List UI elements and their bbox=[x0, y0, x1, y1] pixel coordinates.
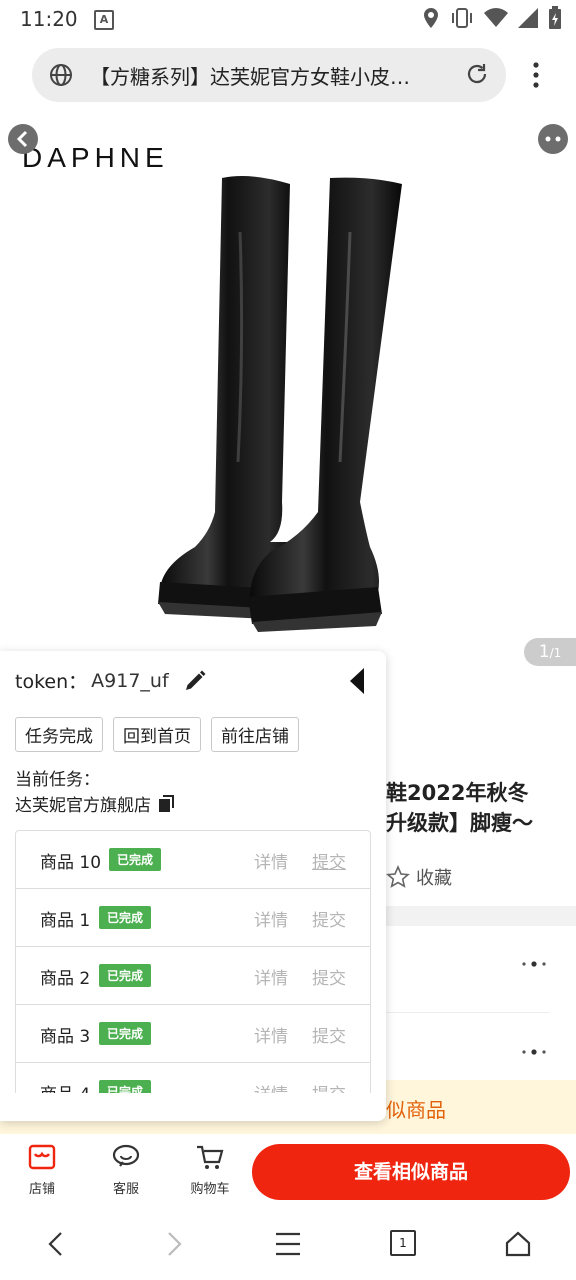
detail-link[interactable]: 详情 bbox=[254, 1022, 288, 1047]
product-name-line1: 鞋2022年秋冬 bbox=[386, 781, 529, 805]
detail-link[interactable]: 详情 bbox=[254, 964, 288, 989]
task-name: 商品 1 bbox=[40, 911, 91, 931]
home-nav-icon[interactable] bbox=[504, 1230, 532, 1258]
task-row: 商品 3 已完成 详情 提交 bbox=[16, 1005, 370, 1063]
service-label: 客服 bbox=[112, 1182, 139, 1197]
task-name: 商品 10 bbox=[40, 853, 102, 873]
product-name-line2: 升级款】脚瘦～ bbox=[386, 811, 533, 835]
token-row: token： A917_uf bbox=[15, 667, 207, 694]
collapse-panel-icon[interactable] bbox=[348, 667, 366, 695]
task-row: 商品 10 已完成 详情 提交 bbox=[16, 831, 370, 889]
tabs-nav-icon[interactable]: 1 bbox=[390, 1230, 416, 1256]
detail-link[interactable]: 详情 bbox=[254, 848, 288, 873]
status-badge: 已完成 bbox=[99, 1022, 152, 1045]
divider bbox=[386, 1012, 550, 1013]
browser-menu-icon[interactable] bbox=[524, 62, 548, 88]
menu-nav-icon[interactable] bbox=[274, 1230, 302, 1258]
shop-label: 店铺 bbox=[28, 1182, 55, 1197]
star-icon bbox=[386, 865, 410, 888]
token-value: A917_uf bbox=[91, 669, 169, 692]
submit-link[interactable]: 提交 bbox=[312, 906, 346, 931]
task-list[interactable]: 商品 10 已完成 详情 提交 商品 1 已完成 详情 提交 商品 2 已完成 … bbox=[15, 830, 371, 1093]
submit-link[interactable]: 提交 bbox=[312, 1080, 346, 1093]
panel-button-row: 任务完成 回到首页 前往店铺 bbox=[15, 717, 299, 752]
browser-toolbar: 【方糖系列】达芙妮官方女鞋小皮… bbox=[0, 38, 576, 112]
service-button[interactable]: 客服 bbox=[96, 1142, 156, 1197]
more-dots-icon[interactable] bbox=[520, 956, 550, 972]
submit-link[interactable]: 提交 bbox=[312, 848, 346, 873]
task-name: 商品 4 bbox=[40, 1080, 90, 1093]
status-badge: 已完成 bbox=[99, 906, 152, 929]
submit-link[interactable]: 提交 bbox=[312, 964, 346, 989]
task-row: 商品 1 已完成 详情 提交 bbox=[16, 889, 370, 947]
current-task: 达芙妮官方旗舰店 bbox=[15, 791, 177, 816]
submit-link[interactable]: 提交 bbox=[312, 1022, 346, 1047]
favorite-button[interactable]: 收藏 bbox=[386, 864, 452, 890]
address-bar[interactable]: 【方糖系列】达芙妮官方女鞋小皮… bbox=[32, 48, 506, 102]
go-to-shop-button[interactable]: 前往店铺 bbox=[211, 717, 299, 752]
signal-icon bbox=[518, 8, 538, 28]
view-similar-button[interactable]: 查看相似商品 bbox=[252, 1144, 570, 1200]
detail-link[interactable]: 详情 bbox=[254, 906, 288, 931]
task-row: 商品 2 已完成 详情 提交 bbox=[16, 947, 370, 1005]
current-task-label: 当前任务： bbox=[15, 770, 100, 790]
forward-nav-icon[interactable] bbox=[162, 1230, 186, 1258]
reload-icon[interactable] bbox=[464, 61, 490, 87]
more-dots-icon[interactable] bbox=[520, 1044, 550, 1060]
status-badge: 已完成 bbox=[109, 848, 162, 871]
task-name: 商品 2 bbox=[40, 969, 91, 989]
vibrate-icon bbox=[452, 8, 472, 28]
clock: 11:20 bbox=[20, 7, 78, 31]
similar-banner-text: 似商品 bbox=[386, 1098, 446, 1122]
counter-total: /1 bbox=[549, 646, 562, 660]
back-nav-icon[interactable] bbox=[44, 1230, 68, 1258]
favorite-label: 收藏 bbox=[416, 868, 452, 889]
location-icon bbox=[424, 8, 438, 28]
current-task-value: 达芙妮官方旗舰店 bbox=[15, 796, 151, 816]
bottom-action-bar: 店铺 客服 购物车 查看相似商品 bbox=[0, 1134, 576, 1208]
shop-button[interactable]: 店铺 bbox=[12, 1142, 72, 1197]
status-badge: 已完成 bbox=[99, 964, 152, 987]
copy-icon[interactable] bbox=[157, 794, 177, 814]
globe-icon bbox=[50, 64, 72, 86]
shop-icon bbox=[28, 1144, 56, 1170]
token-label: token： bbox=[15, 671, 88, 693]
status-badge: 已完成 bbox=[99, 1080, 152, 1093]
product-name: 鞋2022年秋冬 升级款】脚瘦～ bbox=[386, 778, 566, 838]
back-home-button[interactable]: 回到首页 bbox=[113, 717, 201, 752]
counter-current: 1 bbox=[538, 642, 550, 662]
task-row: 商品 4 已完成 详情 提交 bbox=[16, 1063, 370, 1093]
cart-button[interactable]: 购物车 bbox=[180, 1142, 240, 1197]
product-image bbox=[158, 176, 402, 632]
image-counter: 1/1 bbox=[524, 638, 576, 666]
system-icons bbox=[422, 6, 562, 30]
notification-icon: A bbox=[94, 10, 114, 30]
task-complete-button[interactable]: 任务完成 bbox=[15, 717, 103, 752]
task-name: 商品 3 bbox=[40, 1027, 91, 1047]
cart-label: 购物车 bbox=[190, 1182, 230, 1197]
product-gallery[interactable]: DAPHNE 1/1 bbox=[0, 112, 576, 670]
wifi-icon bbox=[484, 8, 508, 27]
battery-icon bbox=[549, 6, 561, 29]
system-nav-bar: 1 bbox=[0, 1208, 576, 1280]
cart-icon bbox=[197, 1145, 224, 1169]
status-bar: 11:20 A bbox=[0, 0, 576, 38]
pencil-icon[interactable] bbox=[183, 669, 207, 693]
task-panel: token： A917_uf 任务完成 回到首页 前往店铺 当前任务： 达芙妮官… bbox=[0, 651, 386, 1121]
page-title: 【方糖系列】达芙妮官方女鞋小皮… bbox=[90, 65, 410, 89]
detail-link[interactable]: 详情 bbox=[254, 1080, 288, 1093]
chat-icon bbox=[112, 1144, 140, 1167]
